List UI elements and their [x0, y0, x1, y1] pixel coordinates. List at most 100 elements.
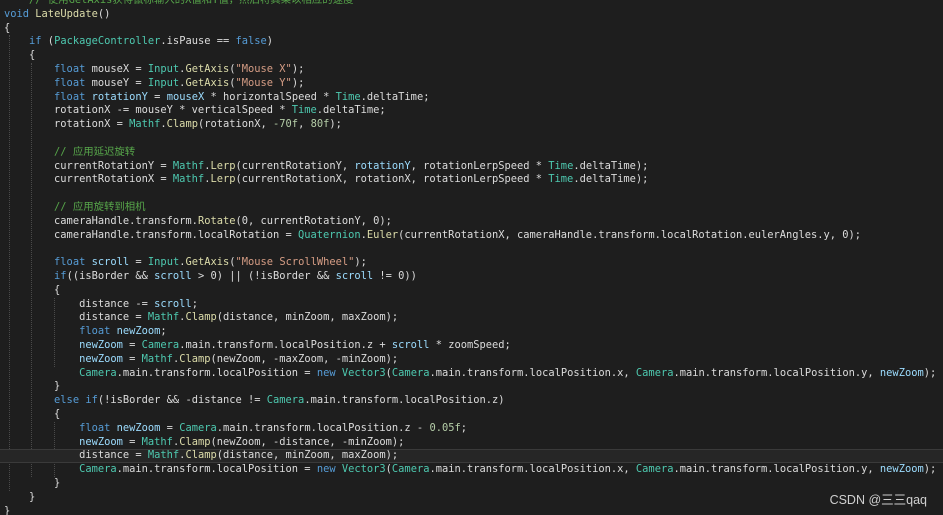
code-line[interactable]: } [0, 505, 943, 515]
code-token: Time [548, 159, 574, 172]
code-token: (rotationX, [197, 118, 274, 131]
code-token: ; [191, 297, 198, 310]
code-token: Mathf [141, 352, 173, 365]
code-line[interactable]: void LateUpdate() [0, 8, 943, 22]
code-editor[interactable]: // 使用GetAxis获得鼠标输入的X值和Y值，然后将其乘以相应的速度 void… [0, 0, 943, 515]
code-token: .main.transform.localPosition.x, [429, 366, 636, 379]
code-line[interactable]: float scroll = Input.GetAxis("Mouse Scro… [0, 256, 943, 270]
code-token: * horizontalSpeed * [204, 90, 336, 103]
code-token: .main.transform.localPosition.x, [429, 463, 636, 476]
code-token: } [4, 380, 61, 393]
code-line[interactable]: { [0, 408, 943, 422]
code-token: Clamp [185, 449, 217, 462]
code-token: Vector3 [341, 366, 386, 379]
code-token: Camera [141, 339, 180, 351]
code-token: newZoom [116, 421, 161, 434]
code-line[interactable]: } [0, 477, 943, 491]
code-line[interactable]: float newZoom = Camera.main.transform.lo… [0, 422, 943, 436]
code-token: Input [147, 256, 180, 269]
code-token: scroll [154, 270, 192, 282]
code-token: distance = [4, 449, 148, 462]
code-line[interactable]: currentRotationY = Mathf.Lerp(currentRot… [0, 160, 943, 174]
code-token: Euler [366, 228, 399, 241]
code-token: = [122, 435, 142, 448]
code-token: ; [160, 325, 167, 338]
code-line[interactable]: newZoom = Mathf.Clamp(newZoom, -distance… [0, 436, 943, 450]
code-line[interactable]: rotationX = Mathf.Clamp(rotationX, -70f,… [0, 118, 943, 132]
code-token: cameraHandle.transform.localRotation = [4, 228, 299, 241]
code-token: { [4, 49, 36, 62]
code-token: .deltaTime); [573, 159, 649, 172]
code-line[interactable]: float rotationY = mouseX * horizontalSpe… [0, 91, 943, 105]
code-token: (distance, minZoom, maxZoom); [216, 449, 399, 462]
code-line[interactable]: } [0, 491, 943, 505]
code-token: float [54, 76, 86, 89]
code-line[interactable]: if((isBorder && scroll > 0) || (!isBorde… [0, 270, 943, 284]
code-token: cameraHandle.transform. [4, 214, 198, 227]
code-token: ); [291, 76, 305, 89]
code-token: Mathf [141, 435, 173, 448]
code-token: * zoomSpeed; [429, 339, 511, 351]
code-line[interactable]: { [0, 49, 943, 63]
code-token: float [79, 421, 111, 434]
code-line[interactable]: distance = Mathf.Clamp(distance, minZoom… [0, 311, 943, 325]
code-line[interactable]: // 应用延迟旋转 [0, 146, 943, 160]
code-line[interactable]: { [0, 284, 943, 298]
code-token: float [54, 63, 86, 75]
code-token: void [4, 7, 30, 20]
code-line[interactable]: if (PackageController.isPause == false) [0, 35, 943, 49]
code-token: (0, currentRotationY, 0); [235, 214, 392, 227]
code-token: (currentRotationY, [235, 159, 355, 172]
code-token: ) [266, 35, 274, 48]
code-line[interactable]: float newZoom; [0, 325, 943, 339]
code-line[interactable]: distance = Mathf.Clamp(distance, minZoom… [0, 449, 943, 464]
code-token: rotationX = [4, 118, 130, 131]
code-token: Camera [391, 366, 430, 379]
code-token: mouseX = [85, 63, 148, 75]
code-line[interactable]: rotationX -= mouseY * verticalSpeed * Ti… [0, 104, 943, 118]
code-line[interactable]: { [0, 22, 943, 36]
code-token: Mathf [147, 311, 180, 324]
code-line[interactable]: Camera.main.transform.localPosition = ne… [0, 463, 943, 477]
code-token: Input [147, 63, 180, 75]
code-line[interactable]: float mouseX = Input.GetAxis("Mouse X"); [0, 63, 943, 77]
code-line[interactable]: // 应用旋转到相机 [0, 201, 943, 215]
code-line[interactable] [0, 242, 943, 256]
code-token: false [235, 35, 267, 48]
code-line[interactable]: } [0, 380, 943, 394]
code-token: Vector3 [341, 463, 386, 476]
code-line[interactable] [0, 132, 943, 146]
code-line[interactable]: newZoom = Mathf.Clamp(newZoom, -maxZoom,… [0, 353, 943, 367]
code-token: Time [291, 104, 317, 117]
code-line[interactable]: Camera.main.transform.localPosition = ne… [0, 367, 943, 381]
code-token: } [4, 477, 61, 489]
code-token: float [79, 325, 111, 338]
code-token: currentRotationY = [4, 159, 173, 172]
code-line[interactable]: // 使用GetAxis获得鼠标输入的X值和Y值，然后将其乘以相应的速度 [0, 0, 943, 8]
code-token: .main.transform.localPosition.y, [673, 366, 880, 379]
code-line[interactable]: cameraHandle.transform.Rotate(0, current… [0, 215, 943, 229]
code-token: Clamp [179, 435, 211, 448]
code-line[interactable]: distance -= scroll; [0, 298, 943, 312]
code-token: scroll [391, 339, 430, 351]
code-token: Camera [391, 463, 430, 476]
code-token: } [4, 504, 11, 515]
code-token: } [4, 490, 36, 503]
code-token: (currentRotationX, cameraHandle.transfor… [398, 228, 862, 241]
code-token: (distance, minZoom, maxZoom); [216, 311, 399, 324]
code-line[interactable]: newZoom = Camera.main.transform.localPos… [0, 339, 943, 353]
code-token: Mathf [129, 118, 161, 131]
code-line[interactable]: currentRotationX = Mathf.Lerp(currentRot… [0, 173, 943, 187]
code-line[interactable]: float mouseY = Input.GetAxis("Mouse Y"); [0, 77, 943, 91]
code-line[interactable]: else if(!isBorder && -distance != Camera… [0, 394, 943, 408]
code-token: Time [548, 173, 574, 186]
code-token: , [298, 118, 311, 131]
code-line[interactable] [0, 187, 943, 201]
code-line[interactable]: cameraHandle.transform.localRotation = Q… [0, 229, 943, 243]
code-token: newZoom [79, 352, 123, 365]
